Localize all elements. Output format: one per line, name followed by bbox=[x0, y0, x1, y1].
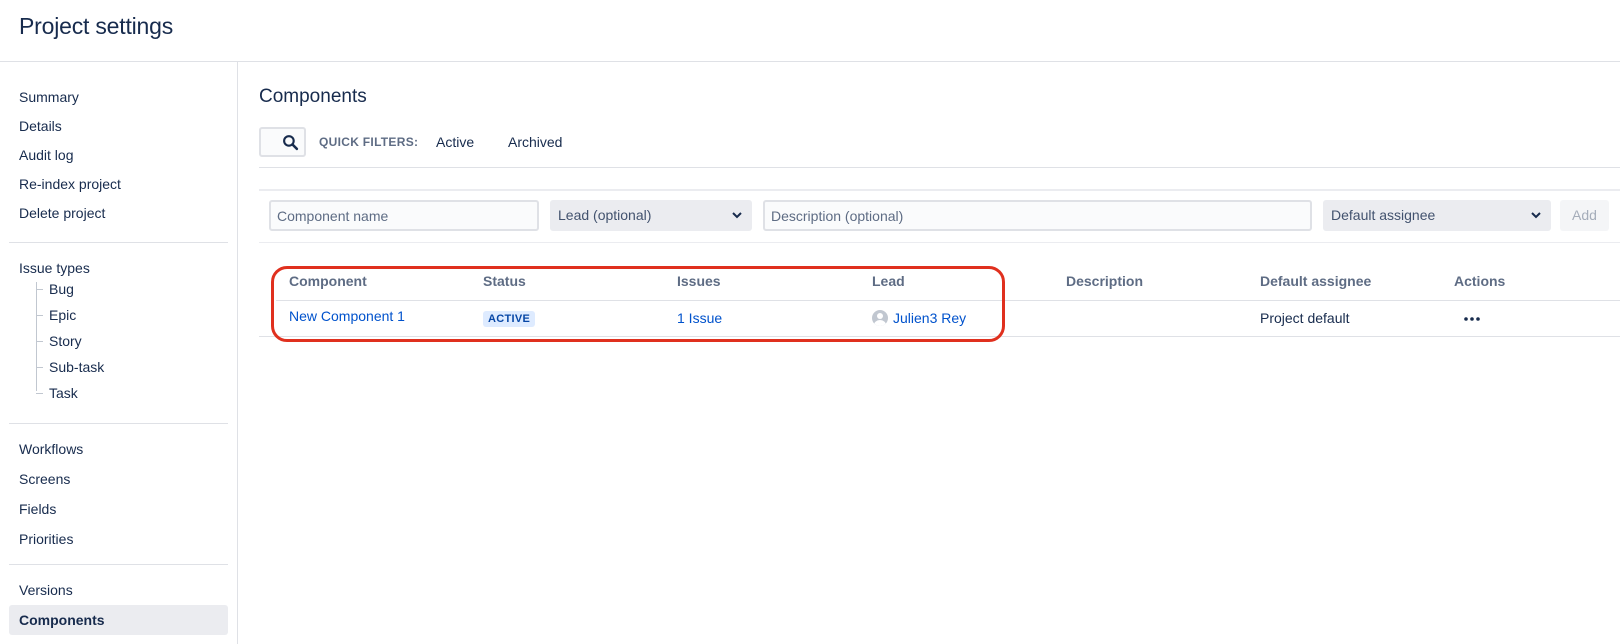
sidebar-item-priorities[interactable]: Priorities bbox=[9, 524, 228, 554]
sidebar-item-details[interactable]: Details bbox=[9, 111, 228, 141]
sidebar-divider bbox=[9, 242, 228, 243]
sidebar-item-issue-types[interactable]: Issue types bbox=[19, 260, 90, 276]
default-assignee-select-label: Default assignee bbox=[1331, 207, 1436, 223]
sidebar-item-summary[interactable]: Summary bbox=[9, 82, 228, 112]
component-link[interactable]: New Component 1 bbox=[289, 308, 405, 324]
sidebar-item-components[interactable]: Components bbox=[9, 605, 228, 635]
add-button[interactable]: Add bbox=[1560, 200, 1609, 231]
filter-archived[interactable]: Archived bbox=[508, 127, 562, 157]
search-icon bbox=[283, 135, 299, 151]
column-header-lead[interactable]: Lead bbox=[872, 273, 905, 289]
column-header-issues[interactable]: Issues bbox=[677, 273, 721, 289]
sidebar-item-task[interactable]: Task bbox=[36, 380, 78, 406]
search-button[interactable] bbox=[259, 127, 306, 157]
column-header-default-assignee[interactable]: Default assignee bbox=[1260, 273, 1371, 289]
default-assignee-select[interactable]: Default assignee bbox=[1323, 200, 1551, 231]
description-input[interactable] bbox=[763, 200, 1312, 231]
filter-active[interactable]: Active bbox=[436, 127, 474, 157]
sidebar-divider bbox=[9, 564, 228, 565]
chevron-down-icon bbox=[1531, 212, 1541, 219]
table-header-divider bbox=[276, 300, 1620, 301]
quick-filters-label: QUICK FILTERS: bbox=[319, 135, 419, 149]
sidebar-item-versions[interactable]: Versions bbox=[9, 575, 228, 605]
column-header-description[interactable]: Description bbox=[1066, 273, 1143, 289]
lead-select[interactable]: Lead (optional) bbox=[550, 200, 752, 231]
lead-select-label: Lead (optional) bbox=[558, 207, 652, 223]
chevron-down-icon bbox=[732, 212, 742, 219]
sidebar-item-audit-log[interactable]: Audit log bbox=[9, 140, 228, 170]
sidebar-item-workflows[interactable]: Workflows bbox=[9, 434, 228, 464]
component-name-input[interactable] bbox=[269, 200, 539, 231]
lead-link[interactable]: Julien3 Rey bbox=[893, 310, 966, 326]
sidebar-item-delete-project[interactable]: Delete project bbox=[9, 198, 228, 228]
issues-link[interactable]: 1 Issue bbox=[677, 310, 722, 326]
sidebar-item-bug[interactable]: Bug bbox=[36, 276, 74, 302]
sidebar-item-sub-task[interactable]: Sub-task bbox=[36, 354, 104, 380]
sidebar-divider bbox=[9, 423, 228, 424]
row-actions-button[interactable] bbox=[1460, 306, 1484, 330]
column-header-status[interactable]: Status bbox=[483, 273, 526, 289]
status-badge: ACTIVE bbox=[483, 311, 536, 327]
sidebar-item-screens[interactable]: Screens bbox=[9, 464, 228, 494]
page-title: Project settings bbox=[19, 13, 174, 39]
column-header-actions: Actions bbox=[1454, 273, 1506, 289]
more-icon bbox=[1464, 317, 1480, 321]
column-header-component[interactable]: Component bbox=[289, 273, 367, 289]
sidebar-item-story[interactable]: Story bbox=[36, 328, 82, 354]
table-row-divider bbox=[259, 336, 1620, 337]
sidebar-item-fields[interactable]: Fields bbox=[9, 494, 228, 524]
default-assignee-cell: Project default bbox=[1260, 310, 1350, 326]
sidebar-item-reindex-project[interactable]: Re-index project bbox=[9, 169, 228, 199]
section-title: Components bbox=[259, 86, 367, 107]
page-header: Project settings bbox=[0, 0, 1620, 62]
sidebar-item-epic[interactable]: Epic bbox=[36, 302, 76, 328]
divider bbox=[259, 167, 1620, 168]
avatar bbox=[872, 310, 888, 326]
